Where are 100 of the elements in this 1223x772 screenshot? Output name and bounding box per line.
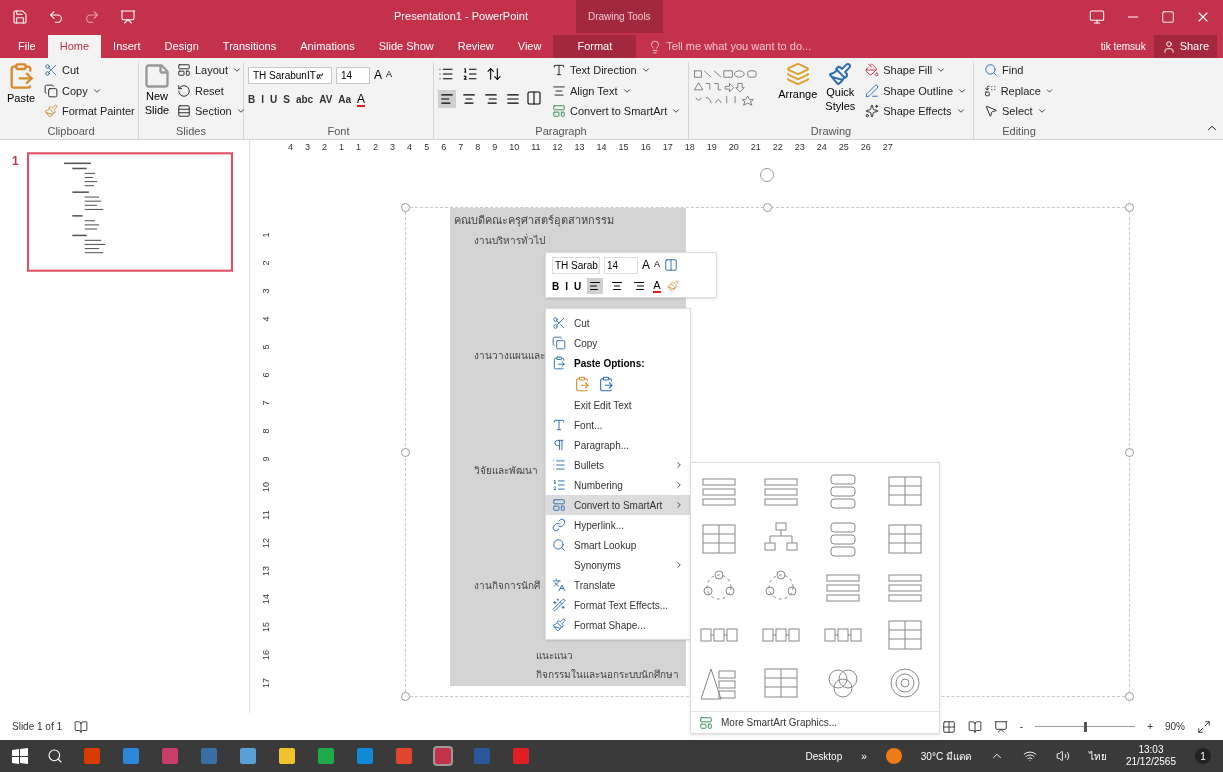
text-direction-button[interactable]: Text Direction <box>550 62 684 79</box>
columns-icon[interactable] <box>526 90 542 106</box>
zoom-thumb[interactable] <box>1083 721 1087 732</box>
format-button[interactable]: U <box>574 278 582 294</box>
zoom-slider[interactable] <box>1035 721 1136 732</box>
notification-badge[interactable]: 1 <box>1195 748 1211 764</box>
undo-icon[interactable] <box>48 8 64 25</box>
ribbon-tab[interactable]: Insert <box>101 35 153 58</box>
menu-item[interactable]: Translate <box>546 575 690 595</box>
taskbar-app-icon[interactable] <box>394 746 414 766</box>
find-button[interactable]: Find <box>982 62 1056 79</box>
format-button[interactable]: B <box>552 278 560 294</box>
copy-button[interactable]: Copy <box>42 82 137 99</box>
fit-slide-icon[interactable] <box>1197 719 1211 734</box>
convert-smartart-button[interactable]: Convert to SmartArt <box>550 103 684 120</box>
ribbon-tab[interactable]: Home <box>47 35 102 58</box>
language-indicator[interactable]: ไทย <box>1088 748 1107 764</box>
replace-button[interactable]: Replace <box>982 82 1056 99</box>
section-button[interactable]: Section <box>175 103 248 120</box>
arrange-button[interactable]: Arrange <box>778 62 818 123</box>
resize-handle[interactable] <box>763 203 772 212</box>
ribbon-tab[interactable]: View <box>505 35 554 58</box>
menu-item[interactable]: Format Shape... <box>546 615 690 635</box>
resize-handle[interactable] <box>401 448 410 457</box>
layout-button[interactable]: Layout <box>175 62 248 79</box>
grow-font-button[interactable]: A <box>374 66 382 84</box>
align-button[interactable] <box>587 278 604 294</box>
zoom-out-button[interactable]: - <box>1019 719 1024 734</box>
align-button[interactable] <box>438 90 456 108</box>
select-button[interactable]: Select <box>982 103 1056 120</box>
font-name-field[interactable]: TH SarabunIT๙ <box>248 66 332 84</box>
align-text-button[interactable]: Align Text <box>550 82 684 99</box>
ribbon-tab[interactable]: Format <box>553 35 637 58</box>
menu-item[interactable]: Copy <box>546 333 690 353</box>
menu-item[interactable]: Format Text Effects... <box>546 595 690 615</box>
format-painter-button[interactable]: Format Painter <box>42 103 137 120</box>
paste-picture-icon[interactable] <box>598 376 614 392</box>
ribbon-tab[interactable]: Design <box>152 35 211 58</box>
notes-icon[interactable] <box>74 719 89 734</box>
format-button[interactable]: AV <box>319 92 333 107</box>
new-slide-button[interactable]: New Slide <box>143 62 171 123</box>
menu-item[interactable]: Paragraph... <box>546 435 690 455</box>
taskbar-app-icon[interactable] <box>121 746 141 766</box>
reading-view-icon[interactable] <box>967 719 982 734</box>
taskbar-app-icon[interactable] <box>277 746 297 766</box>
shape-fill-button[interactable]: Shape Fill <box>863 62 969 79</box>
ribbon-tab[interactable]: Transitions <box>210 35 289 58</box>
taskbar-app-icon[interactable] <box>238 746 258 766</box>
font-name-field[interactable]: TH Sarab <box>552 256 600 274</box>
restore-icon[interactable] <box>1161 9 1175 24</box>
format-button[interactable]: I <box>261 92 264 107</box>
desktop-label[interactable]: Desktop <box>805 748 843 764</box>
menu-item[interactable]: Convert to SmartArt <box>546 495 690 515</box>
menu-item[interactable]: Exit Edit Text <box>546 395 690 415</box>
resize-handle[interactable] <box>401 692 410 701</box>
resize-handle[interactable] <box>1125 692 1134 701</box>
tell-me-field[interactable]: Tell me what you want to do... <box>636 35 849 58</box>
bullets-icon[interactable] <box>438 66 454 82</box>
menu-item[interactable]: Synonyms <box>546 555 690 575</box>
shrink-font-button[interactable]: A <box>386 68 393 82</box>
shape-outline-button[interactable]: Shape Outline <box>863 82 969 99</box>
menu-item[interactable]: Smart Lookup <box>546 535 690 555</box>
resize-handle[interactable] <box>1125 203 1134 212</box>
resize-handle[interactable] <box>401 203 410 212</box>
ribbon-tab[interactable]: Review <box>445 35 506 58</box>
paste-keep-icon[interactable] <box>574 376 590 392</box>
resize-handle[interactable] <box>1125 448 1134 457</box>
display-options-icon[interactable] <box>1089 8 1105 25</box>
format-button[interactable]: U <box>270 92 278 107</box>
quick-styles-button[interactable]: Quick Styles <box>825 62 856 123</box>
menu-item[interactable]: Numbering <box>546 475 690 495</box>
windows-icon[interactable] <box>12 748 28 764</box>
ribbon-tab[interactable]: Animations <box>288 35 367 58</box>
format-button[interactable]: I <box>565 278 568 294</box>
menu-item[interactable]: Cut <box>546 313 690 333</box>
line-spacing-icon[interactable] <box>486 66 502 82</box>
save-icon[interactable] <box>12 8 28 25</box>
shrink-font-button[interactable]: A <box>654 258 661 272</box>
font-color-button[interactable]: A <box>653 279 661 293</box>
indent-icon[interactable] <box>664 258 679 272</box>
zoom-in-button[interactable]: + <box>1147 719 1153 734</box>
menu-item[interactable]: Font... <box>546 415 690 435</box>
font-size-field[interactable]: 14 <box>336 66 370 84</box>
taskbar-app-icon[interactable] <box>355 746 375 766</box>
font-color-button[interactable]: A <box>357 92 366 107</box>
network-icon[interactable] <box>1022 749 1037 763</box>
menu-item[interactable]: Bullets <box>546 455 690 475</box>
format-button[interactable]: S <box>283 92 290 107</box>
tell-me-input[interactable]: Tell me what you want to do... <box>666 38 837 55</box>
format-button[interactable]: abc <box>295 92 314 107</box>
shape-effects-button[interactable]: Shape Effects <box>863 103 969 120</box>
format-button[interactable]: B <box>248 92 256 107</box>
format-button[interactable]: Aa <box>338 92 352 107</box>
more-smartart-item[interactable]: More SmartArt Graphics... <box>691 711 939 733</box>
share-button[interactable]: Share <box>1153 35 1217 58</box>
toolbar-chevron[interactable]: » <box>861 748 867 764</box>
ribbon-tab[interactable]: Slide Show <box>366 35 446 58</box>
numbering-icon[interactable] <box>462 66 478 82</box>
cut-button[interactable]: Cut <box>42 62 137 79</box>
presentation-icon[interactable] <box>120 8 136 25</box>
